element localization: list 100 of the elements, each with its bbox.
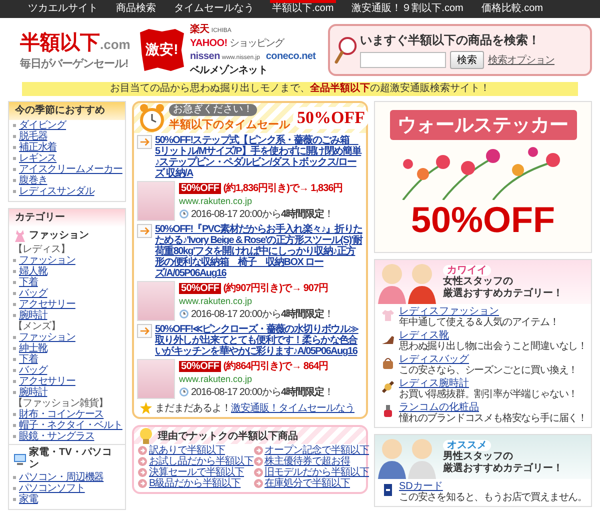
sidebar-link[interactable]: ファッション <box>19 255 76 266</box>
sidebar-link[interactable]: 下着 <box>19 277 38 288</box>
sidebar-link[interactable]: 腕時計 <box>19 310 48 321</box>
alarm-clock-icon <box>138 103 166 133</box>
search-options-link[interactable]: 検索オプション <box>488 52 554 66</box>
search-icon <box>334 34 358 66</box>
bullet-icon <box>13 314 16 317</box>
sidebar-link[interactable]: ダイビング <box>19 120 66 131</box>
partner-logo[interactable]: YAHOO! <box>190 38 228 50</box>
sidebar-link[interactable]: バッグ <box>19 288 48 299</box>
source-url: www.rakuten.co.jp <box>179 296 254 306</box>
search-field[interactable] <box>360 52 446 68</box>
logo-suffix[interactable]: .com <box>100 37 130 52</box>
logo-text[interactable]: 半額以下 <box>20 32 100 54</box>
bullet-icon <box>13 347 16 350</box>
arrow-circle-icon <box>254 479 262 488</box>
category-description: 思わぬ掘り出し物に出会うこと間違いなし！ <box>399 341 588 352</box>
sidebar-link[interactable]: 婦人靴 <box>19 266 48 277</box>
category-description: 年中通して使える＆人気のアイテム！ <box>399 317 559 328</box>
sidebar-link[interactable]: パソコン・周辺機器 <box>19 472 104 483</box>
ad-title: ウォールステッカー <box>390 110 576 140</box>
reason-link[interactable]: オープン記念で半額以下 <box>264 445 369 456</box>
bullet-icon <box>13 413 16 416</box>
sidebar-link[interactable]: 腕時計 <box>19 387 48 398</box>
bullet-icon <box>13 358 16 361</box>
photo-placeholder <box>137 359 175 399</box>
category-description: この安さを知ると、もうお店で買えません。 <box>399 492 588 503</box>
category-link[interactable]: レディス靴 <box>399 330 588 341</box>
wall-sticker-ad[interactable]: ウォールステッカー 50%OFF <box>374 101 592 253</box>
sidebar-link[interactable]: 家電 <box>19 494 38 505</box>
nav-link[interactable]: 激安通販！９割以下.com <box>350 0 466 18</box>
nail-polish-icon <box>381 404 395 418</box>
sale-time: 2016-08-17 20:00から4時間限定！ <box>191 307 334 321</box>
bullet-icon <box>13 369 16 372</box>
reason-link[interactable]: 株主優待券で超お得 <box>264 456 350 467</box>
product-link[interactable]: 50%OFF!ステップ式【ピンク系・薔薇のごみ箱 5リットル/Mサイズ/P】手を使わずに開け閉め簡単♪ステップビン・ペダルビン/ダストボックス/ローズ 収納/A <box>155 135 363 179</box>
bullet-icon <box>13 124 16 127</box>
category-link[interactable]: レディス腕時計 <box>399 378 578 389</box>
clock-icon <box>179 387 189 397</box>
clock-icon <box>179 209 189 219</box>
time-sale-link[interactable]: 激安通販！タイムセールなう <box>231 403 354 414</box>
nav-link[interactable]: 半額以下.com <box>270 0 336 18</box>
nav-link[interactable]: 価格比較.com <box>479 0 546 18</box>
section-label: 【ファッション雑貨】 <box>12 398 109 409</box>
sidebar-link[interactable]: 補正水着 <box>19 142 57 153</box>
search-button[interactable]: 検索 <box>450 50 484 68</box>
bullet-icon <box>13 292 16 295</box>
sidebar-link[interactable]: アクセサリー <box>19 299 76 310</box>
reason-link[interactable]: B級品だから半額以下 <box>149 478 241 489</box>
search-title: いますぐ半額以下の商品を検索！ <box>360 32 541 48</box>
category-link[interactable]: レディスバッグ <box>399 354 578 365</box>
light-bulb-icon <box>138 426 154 444</box>
sale-time: 2016-08-17 20:00から4時間限定！ <box>191 207 334 221</box>
reason-link[interactable]: お試し品だから半額以下 <box>149 456 254 467</box>
product-link[interactable]: 50%OFF!≪ピンクローズ・薔薇の水切りボウル≫取り外しが出来てとても便利です！柔らかな色合いがキッチンを華やかに彩ります♪A/05P06Aug16 <box>155 324 363 357</box>
sidebar-link[interactable]: バッグ <box>19 365 48 376</box>
sidebar-link[interactable]: アイスクリームメーカー <box>19 164 122 175</box>
category-link[interactable]: ランコムの化粧品 <box>399 402 588 413</box>
sidebar-link[interactable]: レディスサンダル <box>19 186 94 197</box>
reason-link[interactable]: 在庫処分で半額以下 <box>264 478 350 489</box>
bullet-icon <box>13 135 16 138</box>
sidebar-link[interactable]: 下着 <box>19 354 38 365</box>
reason-link[interactable]: 決算セールで半額以下 <box>149 467 244 478</box>
sidebar-link[interactable]: 紳士靴 <box>19 343 48 354</box>
sidebar-link[interactable]: 帽子・ネクタイ・ベルト <box>19 420 122 431</box>
sidebar-link[interactable]: 脱毛器 <box>19 131 48 142</box>
reason-link[interactable]: 旧モデルだから半額以下 <box>264 467 369 478</box>
nav-link[interactable]: タイムセールなう <box>172 0 256 18</box>
sidebar-link[interactable]: 腹巻き <box>19 175 48 186</box>
bullet-icon <box>13 498 16 501</box>
sidebar-link[interactable]: 眼鏡・サングラス <box>19 431 94 442</box>
bullet-icon <box>13 435 16 438</box>
sidebar-link[interactable]: レギンス <box>19 153 57 164</box>
reason-link[interactable]: 訳ありで半額以下 <box>149 445 225 456</box>
product-link[interactable]: 50%OFF!『PVC素材だからお手入れ楽々♪』折りたためる♪'Ivory Beige & Rose'の正方形スツール(S)'耐荷重80kg'フタを開ければ中にしっかり収納♪正方形の便利な収納箱 椅子 収納BOX ローズ/A/05P06Aug16 <box>155 224 363 279</box>
bullet-icon <box>13 157 16 160</box>
sidebar-link[interactable]: ファッション <box>19 332 76 343</box>
nav-link[interactable]: 商品検索 <box>114 0 158 18</box>
bullet-icon <box>13 146 16 149</box>
sidebar-link[interactable]: パソコンソフト <box>19 483 85 494</box>
partner-logo[interactable]: coneco.net <box>266 50 316 62</box>
partner-logo-caption: ショッピング <box>229 38 284 50</box>
panel-heading: カテゴリー <box>9 209 125 227</box>
partner-logo[interactable]: nissen <box>190 50 220 62</box>
staff-tag: オススメ <box>443 440 491 450</box>
nav-link[interactable]: ツカエルサイト <box>26 0 100 18</box>
partner-logo[interactable]: ベルメゾンネット <box>190 64 268 76</box>
panel-heading: 今の季節におすすめ <box>9 102 125 120</box>
arrow-circle-icon <box>254 468 262 477</box>
sidebar-link[interactable]: アクセサリー <box>19 376 76 387</box>
sale-time: 2016-08-17 20:00から4時間限定！ <box>191 385 334 399</box>
ad-discount: 50%OFF <box>410 200 556 240</box>
category-link[interactable]: レディスファッション <box>399 306 559 317</box>
partner-logo[interactable]: 楽天 <box>190 24 210 36</box>
hurry-label: お急ぎください！ <box>169 104 257 116</box>
star-icon <box>140 402 152 414</box>
sd-card-icon <box>381 483 395 497</box>
sidebar-link[interactable]: 財布・コインケース <box>19 409 104 420</box>
category-link[interactable]: SDカード <box>399 481 588 492</box>
source-url: www.rakuten.co.jp <box>179 196 254 206</box>
